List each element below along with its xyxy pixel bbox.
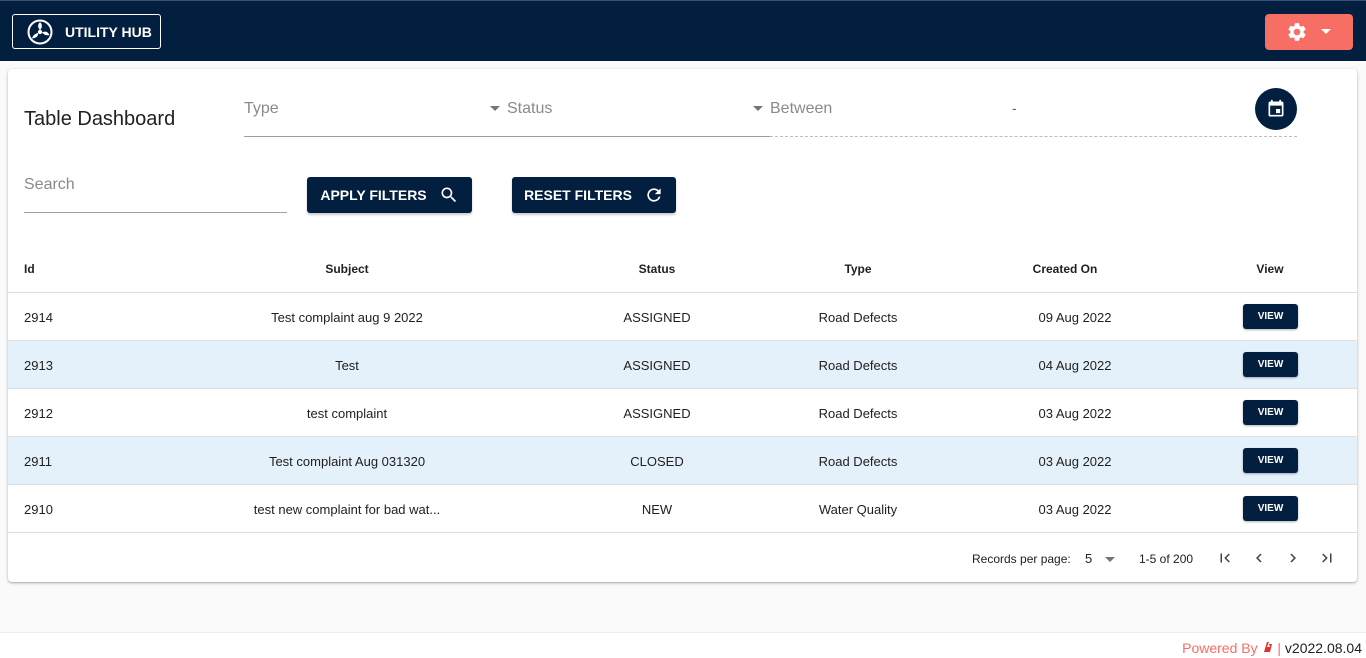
utility-logo-icon — [27, 19, 53, 44]
column-header-id[interactable]: Id — [24, 262, 35, 276]
table-row: 2910 test new complaint for bad wat... N… — [8, 484, 1357, 533]
caret-down-icon — [1105, 557, 1115, 562]
cell-id: 2913 — [24, 358, 53, 373]
column-header-type[interactable]: Type — [844, 262, 871, 276]
type-select-underline — [244, 136, 508, 137]
pagination-range: 1-5 of 200 — [1139, 552, 1194, 566]
apply-filters-label: APPLY FILTERS — [320, 187, 427, 203]
powered-by-label: Powered By — [1182, 640, 1258, 656]
cell-subject: Test — [335, 358, 359, 373]
status-select-placeholder: Status — [507, 100, 553, 117]
footer: Powered By | v2022.08.04 — [0, 632, 1366, 658]
cell-type: Road Defects — [818, 454, 898, 469]
cell-created-on: 03 Aug 2022 — [1038, 454, 1112, 469]
next-page-icon[interactable] — [1284, 549, 1302, 567]
footer-separator: | — [1277, 640, 1282, 656]
column-header-created-on[interactable]: Created On — [1033, 262, 1098, 276]
cell-type: Road Defects — [818, 406, 898, 421]
view-button[interactable]: VIEW — [1243, 400, 1298, 425]
app-version: v2022.08.04 — [1284, 640, 1362, 656]
view-button[interactable]: VIEW — [1243, 352, 1298, 377]
cell-type: Road Defects — [818, 358, 898, 373]
table-row: 2913 Test ASSIGNED Road Defects 04 Aug 2… — [8, 340, 1357, 388]
reset-filters-button[interactable]: RESET FILTERS — [512, 177, 676, 213]
page-title: Table Dashboard — [24, 108, 176, 130]
cell-created-on: 03 Aug 2022 — [1038, 502, 1112, 517]
dashboard-card: Table Dashboard Type Status Between - Se… — [8, 69, 1357, 582]
cell-subject: test new complaint for bad wat... — [253, 502, 441, 517]
cell-status: ASSIGNED — [623, 310, 691, 325]
table-row: 2914 Test complaint aug 9 2022 ASSIGNED … — [8, 292, 1357, 340]
company-logo-icon — [1263, 642, 1272, 652]
calendar-button[interactable] — [1255, 88, 1297, 130]
cell-created-on: 03 Aug 2022 — [1038, 406, 1112, 421]
cell-status: ASSIGNED — [623, 358, 691, 373]
cell-subject: Test complaint Aug 031320 — [268, 454, 426, 469]
cell-type: Water Quality — [818, 502, 898, 517]
date-range-separator: - — [1012, 100, 1017, 116]
cell-status: NEW — [641, 502, 673, 517]
view-button[interactable]: VIEW — [1243, 496, 1298, 521]
settings-menu-button[interactable] — [1265, 14, 1353, 50]
cell-created-on: 04 Aug 2022 — [1038, 358, 1112, 373]
table-row: 2911 Test complaint Aug 031320 CLOSED Ro… — [8, 436, 1357, 484]
type-select-placeholder: Type — [244, 100, 279, 117]
column-header-subject[interactable]: Subject — [325, 262, 368, 276]
cell-id: 2912 — [24, 406, 53, 421]
cell-status: ASSIGNED — [623, 406, 691, 421]
brand-label: UTILITY HUB — [65, 23, 152, 40]
previous-page-icon[interactable] — [1250, 549, 1268, 567]
caret-down-icon — [1321, 29, 1331, 34]
cell-created-on: 09 Aug 2022 — [1038, 310, 1112, 325]
footer-text: Powered By | v2022.08.04 — [1182, 640, 1362, 656]
records-per-page-value: 5 — [1085, 551, 1093, 566]
cell-id: 2910 — [24, 502, 53, 517]
cell-id: 2911 — [24, 454, 52, 469]
status-select-underline — [507, 136, 771, 137]
last-page-icon[interactable] — [1318, 549, 1336, 567]
search-input[interactable]: Search — [24, 176, 75, 194]
cell-subject: Test complaint aug 9 2022 — [271, 310, 423, 325]
refresh-icon — [647, 188, 661, 202]
search-icon — [441, 187, 456, 203]
cell-status: CLOSED — [630, 454, 684, 469]
caret-down-icon — [490, 106, 500, 111]
first-page-icon[interactable] — [1216, 549, 1234, 567]
calendar-icon — [1268, 99, 1284, 117]
gear-icon — [1288, 23, 1306, 41]
caret-down-icon — [753, 106, 763, 111]
column-header-view: View — [1256, 262, 1284, 276]
date-range-placeholder: Between — [770, 100, 833, 117]
view-button[interactable]: VIEW — [1243, 448, 1298, 473]
records-per-page-label: Records per page: — [972, 552, 1071, 566]
view-button[interactable]: VIEW — [1243, 304, 1298, 329]
top-app-bar: UTILITY HUB — [0, 0, 1366, 61]
search-underline — [24, 212, 287, 213]
apply-filters-button[interactable]: APPLY FILTERS — [307, 177, 472, 213]
table-row: 2912 test complaint ASSIGNED Road Defect… — [8, 388, 1357, 436]
reset-filters-label: RESET FILTERS — [524, 187, 632, 203]
cell-id: 2914 — [24, 310, 53, 325]
column-header-status[interactable]: Status — [639, 262, 676, 276]
date-range-underline — [770, 136, 1297, 137]
brand-button[interactable]: UTILITY HUB — [12, 14, 161, 49]
cell-type: Road Defects — [818, 310, 898, 325]
cell-subject: test complaint — [306, 406, 388, 421]
